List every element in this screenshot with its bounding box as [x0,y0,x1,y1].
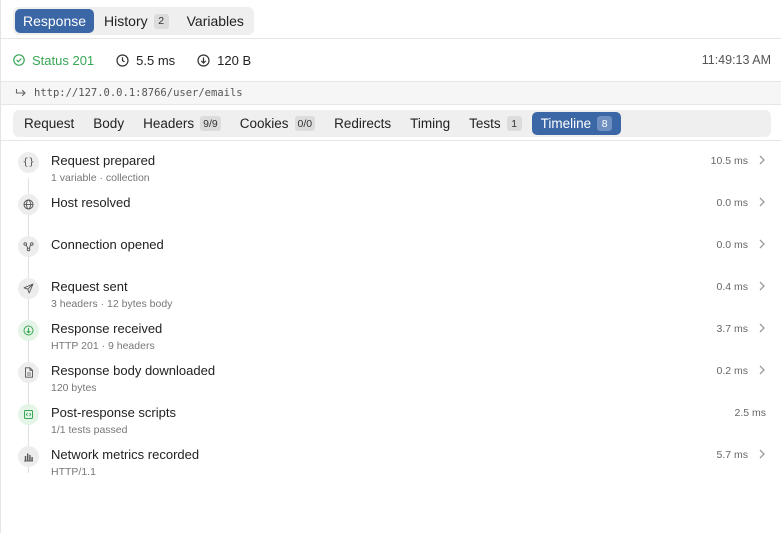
check-circle-icon [13,54,25,66]
globe-icon [18,194,39,215]
event-duration: 3.7 ms [716,323,748,335]
tab-history[interactable]: History 2 [96,9,177,33]
event-title: Request prepared [51,153,156,168]
timeline-event-network-metrics[interactable]: Network metrics recorded HTTP/1.1 5.7 ms [1,444,781,486]
event-duration: 2.5 ms [734,407,766,419]
timeline-event-body-downloaded[interactable]: Response body downloaded 120 bytes 0.2 m… [1,360,781,402]
send-icon [18,278,39,299]
chevron-right-icon [759,197,765,207]
bar-chart-icon [18,446,39,467]
event-title: Connection opened [51,237,164,252]
duration-indicator: 5.5 ms [116,53,175,68]
timeline-count-badge: 8 [597,116,613,131]
file-icon [18,362,39,383]
tab-label: Tests [469,116,501,131]
tab-label: Timing [410,116,451,131]
response-tabs: Response History 2 Variables [13,7,254,35]
tab-label: Response [23,13,87,29]
download-icon [18,320,39,341]
tab-label: Variables [186,13,244,29]
event-subtitle: 1/1 tests passed [51,424,128,436]
event-duration: 0.0 ms [716,197,748,209]
tab-label: History [104,13,148,29]
event-duration: 10.5 ms [710,155,748,167]
network-icon [18,236,39,257]
event-title: Post-response scripts [51,405,176,420]
chevron-right-icon [759,365,765,375]
tab-label: Body [93,116,125,131]
script-icon [18,404,39,425]
size-text: 120 B [217,52,252,68]
detail-tabs: Request Body Headers 9/9 Cookies 0/0 Redir… [13,110,771,137]
event-title: Response body downloaded [51,363,216,378]
event-subtitle: HTTP 201 · 9 headers [51,340,155,352]
response-panel: Response History 2 Variables Status 201 … [0,0,781,533]
tab-label: Headers [143,116,195,131]
tab-label: Redirects [334,116,392,131]
timeline-event-response-received[interactable]: Response received HTTP 201 · 9 headers 3… [1,318,781,360]
event-subtitle: HTTP/1.1 [51,466,96,478]
event-title: Host resolved [51,195,131,210]
redirect-arrow-icon [15,89,26,97]
status-text: Status 201 [32,52,95,68]
status-bar: Status 201 5.5 ms 120 B 11:49:13 AM [13,50,771,70]
timeline-event-host-resolved[interactable]: Host resolved 0.0 ms [1,192,781,234]
event-duration: 0.2 ms [716,365,748,377]
status-indicator: Status 201 [13,53,94,68]
event-subtitle: 1 variable · collection [51,172,150,184]
event-title: Response received [51,321,163,336]
tab-label: Cookies [239,116,289,131]
chevron-right-icon [759,239,765,249]
tab-request[interactable]: Request [15,112,83,135]
event-duration: 5.7 ms [716,449,748,461]
tab-tests[interactable]: Tests 1 [460,112,531,135]
tests-count-badge: 1 [506,116,522,131]
chevron-right-icon [759,323,765,333]
timeline-event-request-sent[interactable]: Request sent 3 headers · 12 bytes body 0… [1,276,781,318]
request-url-bar: http://127.0.0.1:8766/user/emails [1,82,781,104]
headers-count-badge: 9/9 [200,116,221,131]
tab-label: Request [24,116,75,131]
clock-icon [116,53,129,67]
tab-headers[interactable]: Headers 9/9 [134,112,230,135]
tab-redirects[interactable]: Redirects [325,112,400,135]
timeline-event-request-prepared[interactable]: {} Request prepared 1 variable · collect… [1,150,781,192]
divider [1,140,781,141]
tab-label: Timeline [540,116,592,131]
chevron-right-icon [759,281,765,291]
history-count-badge: 2 [153,13,169,29]
request-url[interactable]: http://127.0.0.1:8766/user/emails [34,87,243,99]
duration-text: 5.5 ms [136,52,176,68]
tab-body[interactable]: Body [84,112,133,135]
download-circle-icon [197,53,210,67]
timeline-event-post-response-scripts: Post-response scripts 1/1 tests passed 2… [1,402,781,444]
event-duration: 0.0 ms [716,239,748,251]
tab-timeline[interactable]: Timeline 8 [531,112,622,135]
event-subtitle: 120 bytes [51,382,97,394]
tab-response[interactable]: Response [15,9,95,33]
event-title: Network metrics recorded [51,447,200,462]
braces-icon: {} [18,152,39,173]
divider [1,38,781,39]
event-title: Request sent [51,279,128,294]
chevron-right-icon [759,155,765,165]
event-duration: 0.4 ms [716,281,748,293]
cookies-count-badge: 0/0 [294,116,316,131]
timeline-event-connection-opened[interactable]: Connection opened 0.0 ms [1,234,781,276]
event-subtitle: 3 headers · 12 bytes body [51,298,173,310]
chevron-right-icon [759,449,765,459]
tab-cookies[interactable]: Cookies 0/0 [231,112,324,135]
tab-variables[interactable]: Variables [179,9,252,33]
size-indicator: 120 B [197,53,251,68]
tab-timing[interactable]: Timing [401,112,459,135]
divider [1,104,781,105]
response-timestamp: 11:49:13 AM [701,53,771,67]
